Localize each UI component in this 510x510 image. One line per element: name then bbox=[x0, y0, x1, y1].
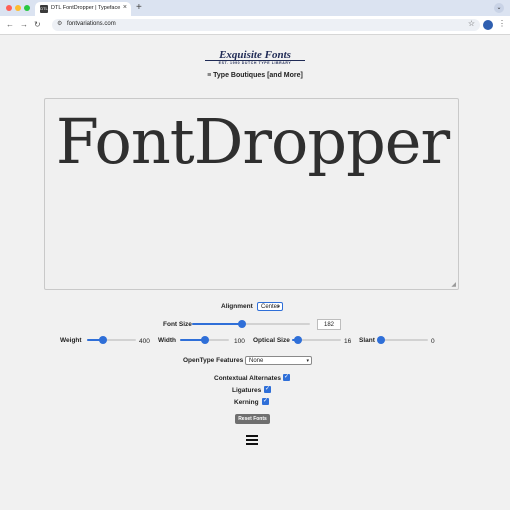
weight-label: Weight bbox=[60, 337, 82, 344]
slider-thumb[interactable] bbox=[377, 336, 385, 344]
new-tab-icon[interactable]: + bbox=[136, 2, 142, 13]
opentype-features-label: OpenType Features bbox=[183, 357, 244, 364]
alignment-select[interactable]: Center ▾ bbox=[257, 302, 283, 311]
chevron-down-icon: ▾ bbox=[277, 304, 280, 310]
contextual-alternates-label: Contextual Alternates bbox=[214, 375, 281, 382]
slider-thumb[interactable] bbox=[293, 336, 302, 344]
slider-thumb[interactable] bbox=[237, 320, 246, 328]
reset-fonts-button[interactable]: Reset Fonts bbox=[235, 414, 270, 424]
logo-main-text: Exquisite Fonts bbox=[219, 49, 291, 61]
maximize-window-button[interactable] bbox=[24, 5, 30, 11]
browser-toolbar: ← → ↻ ⚙ fontvariations.com ☆ ⋮ bbox=[0, 16, 510, 35]
minimize-window-button[interactable] bbox=[15, 5, 21, 11]
width-label: Width bbox=[158, 337, 176, 344]
back-icon[interactable]: ← bbox=[6, 20, 14, 29]
preview-text: FontDropper bbox=[55, 105, 450, 178]
tab-title: DTL FontDropper | Typeface bbox=[51, 5, 121, 11]
forward-icon[interactable]: → bbox=[20, 20, 28, 29]
profile-avatar-icon[interactable] bbox=[483, 20, 493, 30]
ligatures-checkbox[interactable]: ✓ bbox=[264, 386, 271, 393]
ligatures-label: Ligatures bbox=[232, 387, 262, 394]
opentype-features-select[interactable]: None ▾ bbox=[245, 356, 312, 365]
preview-textarea[interactable]: FontDropper ◢ bbox=[44, 98, 459, 290]
close-tab-icon[interactable]: × bbox=[123, 4, 127, 11]
slant-slider[interactable] bbox=[377, 335, 428, 345]
kerning-label: Kerning bbox=[234, 399, 259, 406]
slant-label: Slant bbox=[359, 337, 375, 344]
resize-grip-icon[interactable]: ◢ bbox=[451, 281, 456, 288]
exquisite-fonts-logo[interactable]: Exquisite Fonts EST. 1990 DUTCH TYPE LIB… bbox=[205, 49, 305, 65]
optical-size-value: 16 bbox=[344, 338, 352, 345]
address-bar[interactable]: ⚙ fontvariations.com ☆ bbox=[52, 19, 480, 31]
font-size-input[interactable]: 182 bbox=[317, 319, 341, 330]
browser-window: DTL DTL FontDropper | Typeface × + ⌄ ← →… bbox=[0, 0, 510, 510]
weight-slider[interactable] bbox=[87, 335, 136, 345]
reload-icon[interactable]: ↻ bbox=[34, 20, 41, 29]
font-size-label: Font Size bbox=[163, 321, 192, 328]
contextual-alternates-checkbox[interactable]: ✓ bbox=[283, 374, 290, 381]
close-window-button[interactable] bbox=[6, 5, 12, 11]
width-value: 100 bbox=[234, 338, 245, 345]
width-slider[interactable] bbox=[180, 335, 229, 345]
tab-search-icon[interactable]: ⌄ bbox=[494, 3, 504, 13]
kerning-checkbox[interactable]: ✓ bbox=[262, 398, 269, 405]
site-info-icon[interactable]: ⚙ bbox=[57, 20, 62, 27]
slider-fill bbox=[192, 323, 242, 325]
slider-track bbox=[381, 339, 428, 341]
browser-menu-icon[interactable]: ⋮ bbox=[498, 19, 506, 28]
optical-size-slider[interactable] bbox=[292, 335, 341, 345]
tab-bar: DTL DTL FontDropper | Typeface × + ⌄ bbox=[0, 0, 510, 16]
chevron-down-icon: ▾ bbox=[306, 358, 309, 364]
alignment-select-value: Center bbox=[261, 304, 280, 310]
opentype-select-value: None bbox=[249, 358, 264, 364]
url-text: fontvariations.com bbox=[67, 21, 116, 27]
logo-sub-text: EST. 1990 DUTCH TYPE LIBRARY bbox=[205, 60, 305, 65]
favicon-icon: DTL bbox=[40, 5, 48, 13]
font-size-slider[interactable] bbox=[192, 319, 310, 329]
browser-tab[interactable]: DTL DTL FontDropper | Typeface × bbox=[35, 2, 131, 16]
slider-thumb[interactable] bbox=[200, 336, 209, 344]
bookmark-star-icon[interactable]: ☆ bbox=[468, 19, 475, 28]
hamburger-menu-icon[interactable] bbox=[246, 435, 258, 447]
weight-value: 400 bbox=[139, 338, 150, 345]
type-boutiques-link[interactable]: ≡ Type Boutiques [and More] bbox=[0, 72, 510, 79]
optical-size-label: Optical Size bbox=[253, 337, 290, 344]
slider-thumb[interactable] bbox=[99, 336, 108, 344]
slant-value: 0 bbox=[431, 338, 435, 345]
alignment-label: Alignment bbox=[221, 303, 253, 310]
